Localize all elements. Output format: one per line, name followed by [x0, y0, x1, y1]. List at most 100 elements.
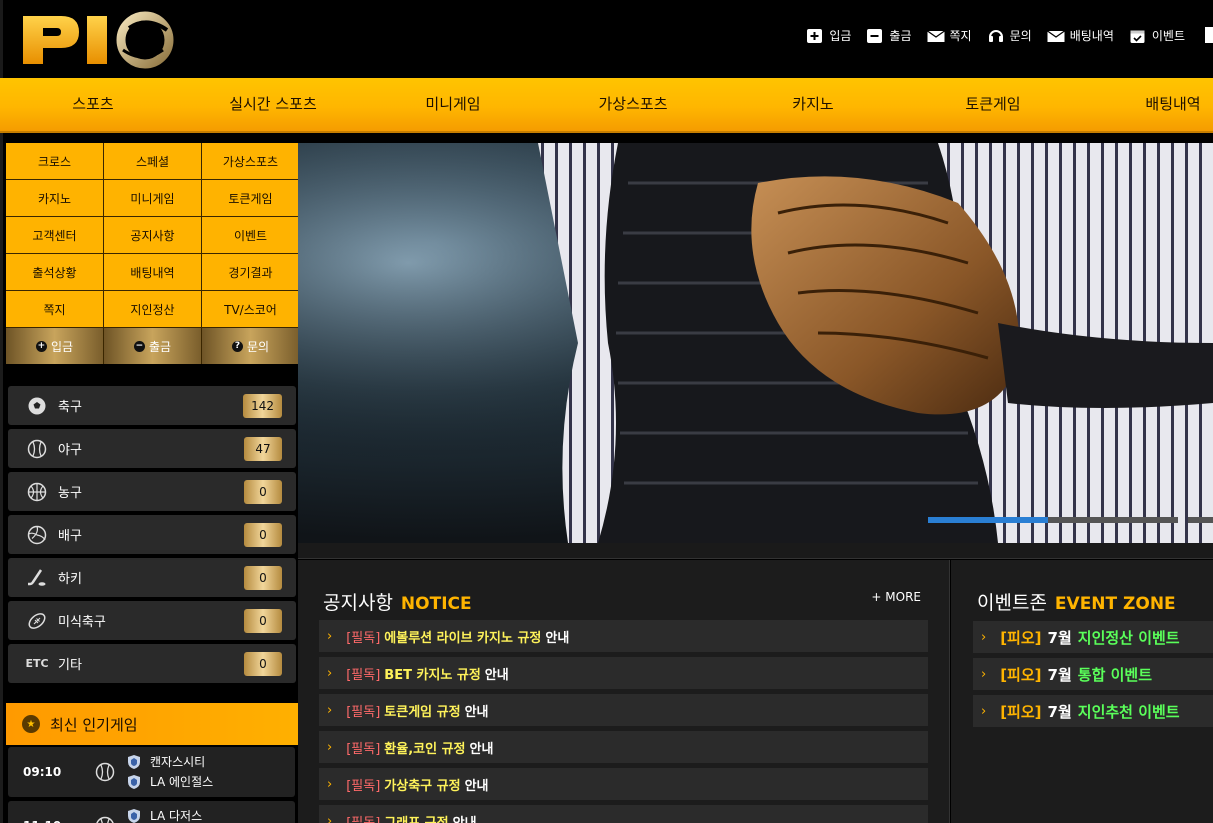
sport-name: 미식축구 — [58, 615, 106, 630]
quick-menu-item[interactable]: 카지노 — [6, 180, 103, 216]
notice-item[interactable]: › [필독] 가상축구 규정 안내 — [319, 768, 928, 800]
sport-item-2[interactable]: 농구 0 — [8, 472, 296, 511]
mainnav-item-6[interactable]: 배팅내역 — [1145, 78, 1200, 131]
top-link-0[interactable]: 입금 — [806, 27, 851, 44]
quick-gold-button-0[interactable]: + 입금 — [6, 328, 103, 364]
quick-menu-item[interactable]: 스페셜 — [104, 143, 201, 179]
top-link-overflow[interactable] — [1205, 27, 1213, 43]
team-name: 캔자스시티 — [150, 755, 206, 769]
sport-name: 축구 — [58, 400, 82, 415]
sport-name: 야구 — [58, 443, 82, 458]
team-name: LA 에인절스 — [150, 775, 214, 789]
envelope-icon — [926, 30, 945, 42]
sport-item-5[interactable]: 미식축구 0 — [8, 601, 296, 640]
mainnav-item-2[interactable]: 미니게임 — [425, 78, 480, 131]
quick-menu-item[interactable]: 지인정산 — [104, 291, 201, 327]
baseball-catcher-image — [298, 143, 1213, 543]
quick-menu-item[interactable]: 쪽지 — [6, 291, 103, 327]
popular-game-row[interactable]: 09:10 캔자스시티 LA 에인절스 — [8, 747, 295, 797]
quick-menu-item[interactable]: 출석상황 — [6, 254, 103, 290]
quick-gold-button-2[interactable]: ? 문의 — [202, 328, 299, 364]
sport-count-badge: 0 — [244, 652, 282, 676]
top-link-5[interactable]: 이벤트 — [1129, 27, 1185, 44]
notice-item[interactable]: › [필독] 에볼루션 라이브 카지노 규정 안내 — [319, 620, 928, 652]
event-item[interactable]: › [피오] 7월 지인정산 이벤트 — [973, 621, 1213, 653]
mainnav-item-1[interactable]: 실시간 스포츠 — [229, 78, 317, 131]
soccer-ball-icon — [26, 395, 48, 417]
chevron-right-icon: › — [327, 702, 333, 718]
mainnav-item-4[interactable]: 카지노 — [792, 78, 833, 131]
quick-menu-item[interactable]: 경기결과 — [202, 254, 299, 290]
popular-games-title: 최신 인기게임 — [50, 715, 138, 734]
popular-game-row[interactable]: 11:10 LA 다저스 — [8, 801, 295, 823]
event-month: 7월 — [1047, 665, 1072, 684]
chevron-right-icon: › — [981, 629, 987, 645]
notice-item[interactable]: › [필독] 환율,코인 규정 안내 — [319, 731, 928, 763]
chevron-right-icon: › — [327, 813, 333, 823]
quick-menu-item[interactable]: 크로스 — [6, 143, 103, 179]
quick-menu-item[interactable]: 가상스포츠 — [202, 143, 299, 179]
top-link-1[interactable]: 출금 — [866, 27, 912, 44]
notice-panel: 공지사항 NOTICE + MORE › [필독] 에볼루션 라이브 카지노 규정 안내… — [298, 560, 950, 823]
notice-title: 공지사항 NOTICE — [323, 592, 472, 614]
sport-name: 하키 — [58, 572, 82, 587]
top-link-3[interactable]: 문의 — [987, 27, 1032, 44]
quick-menu-item[interactable]: 배팅내역 — [104, 254, 201, 290]
sport-count-badge: 0 — [244, 609, 282, 633]
home-team: 캔자스시티 — [128, 753, 205, 770]
pio-logo[interactable] — [21, 8, 181, 70]
notice-tag: [필독] — [346, 815, 381, 823]
left-sidebar: 크로스 스페셜 가상스포츠카지노 미니게임 토큰게임고객센터 공지사항 이벤트출석상황 배팅내… — [0, 133, 300, 823]
quick-menu-item[interactable]: 토큰게임 — [202, 180, 299, 216]
event-month: 7월 — [1047, 702, 1072, 721]
question-circle-icon: ? — [231, 340, 243, 352]
notice-tag: [필독] — [346, 630, 381, 646]
plus-box-icon — [807, 28, 823, 43]
sport-item-0[interactable]: 축구 142 — [8, 386, 296, 425]
notice-tag: [필독] — [346, 667, 381, 683]
team-logo-icon — [128, 808, 140, 823]
quick-menu-item[interactable]: 공지사항 — [104, 217, 201, 253]
main-banner[interactable] — [298, 143, 1213, 543]
sport-count-badge: 0 — [244, 566, 282, 590]
mainnav-item-0[interactable]: 스포츠 — [72, 78, 113, 131]
top-link-label: 이벤트 — [1151, 29, 1185, 43]
quick-menu-item[interactable]: TV/스코어 — [202, 291, 299, 327]
notice-suffix: 안내 — [464, 778, 489, 794]
baseball-icon — [95, 816, 115, 823]
quick-menu-grid: 크로스 스페셜 가상스포츠카지노 미니게임 토큰게임고객센터 공지사항 이벤트출석상황 배팅내… — [6, 143, 300, 364]
top-link-label: 문의 — [1009, 29, 1032, 43]
notice-item[interactable]: › [필독] 토큰게임 규정 안내 — [319, 694, 928, 726]
sport-count-badge: 0 — [244, 523, 282, 547]
event-item[interactable]: › [피오] 7월 통합 이벤트 — [973, 658, 1213, 690]
mainnav-item-3[interactable]: 가상스포츠 — [598, 78, 667, 131]
away-team: LA 에인절스 — [128, 773, 213, 790]
banner-footer-bar — [298, 543, 1213, 559]
notice-item[interactable]: › [필독] BET 카지노 규정 안내 — [319, 657, 928, 689]
event-item[interactable]: › [피오] 7월 지인추천 이벤트 — [973, 695, 1213, 727]
notice-tag: [필독] — [346, 778, 381, 794]
game-time: 11:10 — [23, 819, 61, 823]
notice-item[interactable]: › [필독] 그래프 규정 안내 — [319, 805, 928, 823]
sport-item-1[interactable]: 야구 47 — [8, 429, 296, 468]
notice-more-link[interactable]: + MORE — [871, 590, 921, 604]
notice-highlight: 가상축구 규정 — [384, 778, 461, 794]
mainnav-item-5[interactable]: 토큰게임 — [965, 78, 1020, 131]
notice-suffix: 안내 — [452, 815, 477, 823]
quick-menu-item[interactable]: 고객센터 — [6, 217, 103, 253]
minus-box-icon — [867, 28, 883, 43]
event-month: 7월 — [1047, 628, 1072, 647]
quick-gold-button-1[interactable]: − 출금 — [104, 328, 201, 364]
top-link-4[interactable]: 배팅내역 — [1046, 27, 1114, 44]
top-link-2[interactable]: 쪽지 — [926, 27, 972, 44]
sport-item-6[interactable]: ETC 기타 0 — [8, 644, 296, 683]
sport-item-3[interactable]: 배구 0 — [8, 515, 296, 554]
event-zone-panel: 이벤트존 EVENT ZONE › [피오] 7월 지인정산 이벤트 › [피오] 7월 통합 … — [951, 560, 1213, 823]
quick-menu-item[interactable]: 미니게임 — [104, 180, 201, 216]
sport-count-badge: 47 — [244, 437, 282, 461]
sport-item-4[interactable]: 하키 0 — [8, 558, 296, 597]
baseball-icon — [26, 438, 48, 460]
notice-highlight: BET 카지노 규정 — [384, 667, 481, 683]
medal-icon: ★ — [22, 715, 40, 733]
quick-menu-item[interactable]: 이벤트 — [202, 217, 299, 253]
